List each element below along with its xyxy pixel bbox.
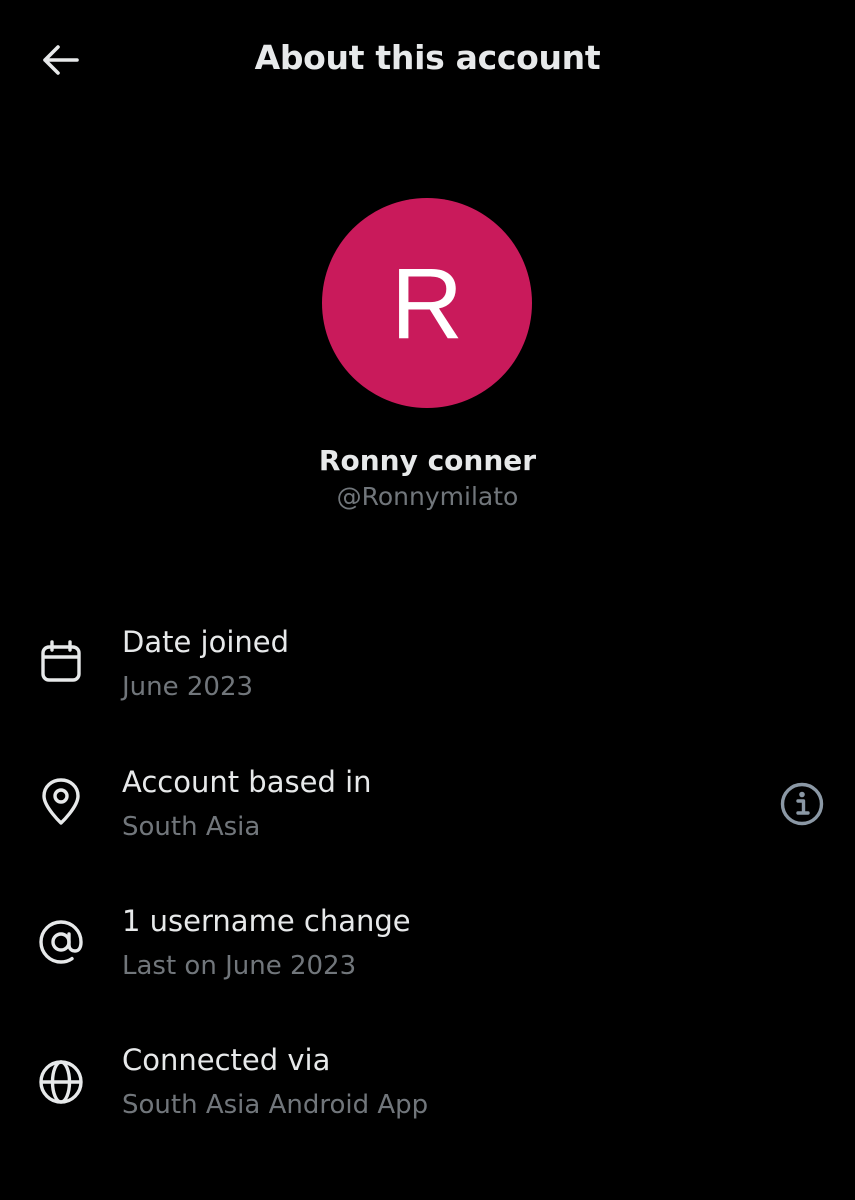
calendar-icon (36, 637, 86, 687)
detail-title: Account based in (122, 765, 372, 799)
username-handle: @Ronnymilato (336, 482, 519, 511)
avatar[interactable]: R (322, 198, 532, 408)
avatar-letter: R (390, 248, 464, 360)
detail-row-connected-via: Connected via South Asia Android App (0, 1028, 855, 1138)
detail-row-account-based-in: Account based in South Asia (0, 750, 855, 860)
detail-row-date-joined: Date joined June 2023 (0, 610, 855, 720)
detail-row-username-change: 1 username change Last on June 2023 (0, 889, 855, 999)
display-name: Ronny conner (318, 444, 537, 477)
at-sign-icon (36, 917, 86, 967)
info-button[interactable] (776, 778, 828, 830)
top-bar: About this account (0, 0, 855, 120)
info-icon (779, 781, 825, 827)
detail-title: Date joined (122, 625, 290, 659)
detail-subtitle: Last on June 2023 (122, 951, 357, 981)
detail-title: Connected via (122, 1043, 331, 1077)
detail-subtitle: June 2023 (122, 672, 254, 702)
detail-title: 1 username change (122, 904, 411, 938)
location-pin-icon (36, 777, 86, 827)
page-title: About this account (254, 38, 601, 77)
detail-subtitle: South Asia Android App (122, 1090, 429, 1120)
detail-subtitle: South Asia (122, 812, 261, 842)
globe-icon (36, 1057, 86, 1107)
